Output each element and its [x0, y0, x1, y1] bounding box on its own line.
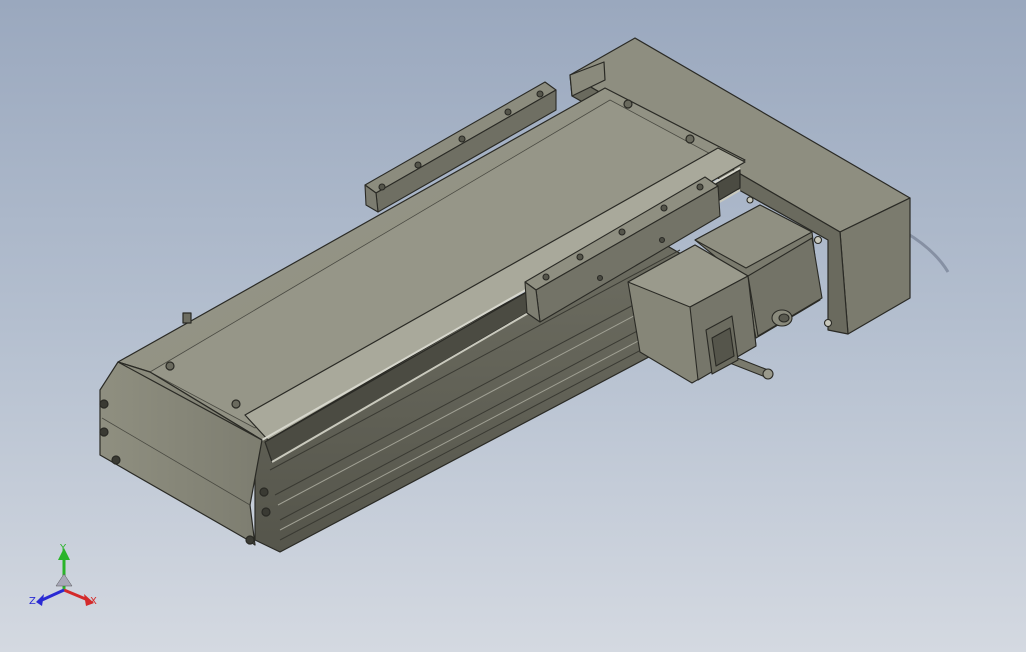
cap-hole	[99, 399, 109, 409]
triad-z-label: Z	[29, 596, 36, 607]
rail-bolt	[536, 90, 544, 98]
cover-screw	[165, 361, 175, 371]
rail-bolt	[458, 135, 466, 143]
cap-hole	[261, 507, 271, 517]
triad-z-arrow	[36, 594, 44, 606]
rail-bolt	[414, 161, 422, 169]
cable-shadow	[904, 230, 950, 273]
triad-origin	[55, 573, 73, 587]
cad-scene[interactable]: Y X Z	[0, 0, 1026, 652]
side-bracket	[182, 312, 192, 324]
rail-bolt	[504, 108, 512, 116]
cap-hole	[99, 427, 109, 437]
triad-z-axis	[41, 588, 65, 602]
cad-viewport[interactable]: Y X Z	[0, 0, 1026, 652]
cover-screw	[685, 134, 695, 144]
cap-hole	[259, 487, 269, 497]
cap-hole	[111, 455, 121, 465]
cap-hole	[245, 535, 255, 545]
rail-bolt	[378, 183, 386, 191]
cover-screw	[623, 99, 633, 109]
triad-x-label: X	[90, 596, 97, 607]
cover-screw	[231, 399, 241, 409]
axis-triad[interactable]: Y X Z	[29, 543, 97, 607]
triad-y-label: Y	[59, 543, 67, 554]
